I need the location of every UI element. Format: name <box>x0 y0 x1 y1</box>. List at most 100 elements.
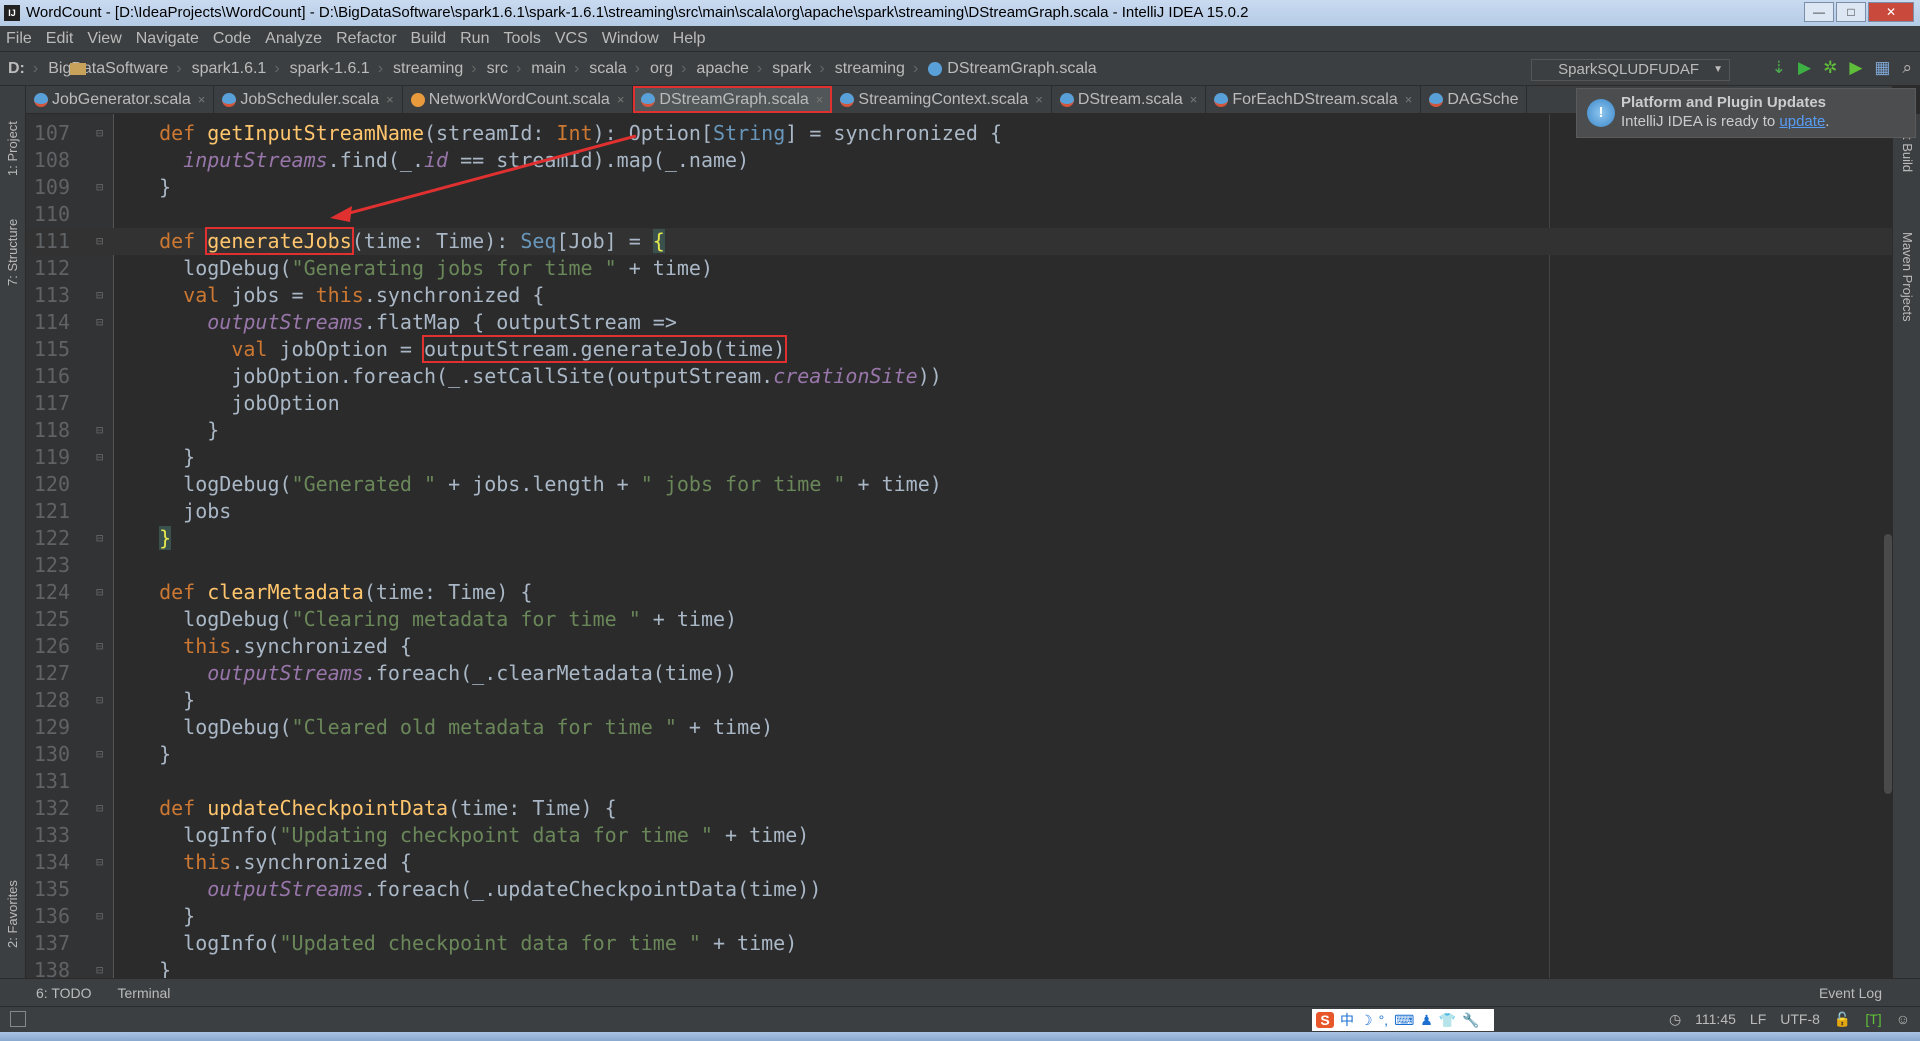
menu-help[interactable]: Help <box>673 26 706 51</box>
menu-view[interactable]: View <box>87 26 121 51</box>
tool-project[interactable]: 1: Project <box>5 121 20 176</box>
ime-button[interactable]: 👕 <box>1439 1012 1456 1029</box>
breadcrumb-item[interactable]: scala › <box>70 60 640 78</box>
tool-structure[interactable]: 7: Structure <box>5 219 20 286</box>
line-number: 116 <box>33 364 70 388</box>
ime-button[interactable]: ♟ <box>1420 1012 1433 1029</box>
hector-icon[interactable]: ☺ <box>1896 1011 1910 1028</box>
code-line: 131 <box>26 768 1892 795</box>
minimize-button[interactable]: — <box>1804 2 1834 22</box>
breadcrumb-item[interactable]: BigDataSoftware › <box>48 60 181 78</box>
tab-streamingcontext-scala[interactable]: StreamingContext.scala × <box>832 86 1052 113</box>
breadcrumb-item[interactable]: org › <box>70 60 686 78</box>
todo-tool-button[interactable]: 6: TODO <box>36 985 92 1001</box>
lock-icon[interactable]: 🔓 <box>1834 1011 1851 1028</box>
tool-maven-projects[interactable]: Maven Projects <box>1900 232 1915 322</box>
tab-dstreamgraph-scala[interactable]: DStreamGraph.scala × <box>633 86 833 113</box>
menu-code[interactable]: Code <box>213 26 251 51</box>
tool-favorites[interactable]: 2: Favorites <box>5 880 20 948</box>
tab-jobscheduler-scala[interactable]: JobScheduler.scala × <box>214 86 403 113</box>
fold-marker-icon[interactable]: ⊟ <box>96 417 103 444</box>
sogou-logo-icon: S <box>1316 1012 1334 1028</box>
debug-icon[interactable]: ✲ <box>1823 58 1837 78</box>
maximize-button[interactable]: □ <box>1836 2 1866 22</box>
tab-jobgenerator-scala[interactable]: JobGenerator.scala × <box>26 86 215 113</box>
vertical-scrollbar[interactable] <box>1884 534 1892 794</box>
tool-ant-build[interactable]: t Build <box>1900 136 1915 172</box>
menu-refactor[interactable]: Refactor <box>336 26 396 51</box>
menu-run[interactable]: Run <box>460 26 489 51</box>
terminal-tool-button[interactable]: Terminal <box>118 985 171 1001</box>
breadcrumb-item[interactable]: streaming › <box>70 60 918 78</box>
breadcrumb-item[interactable]: spark › <box>70 60 825 78</box>
input-method-toolbar[interactable]: S 中 ☽ °, ⌨ ♟ 👕 🔧 <box>1312 1009 1494 1031</box>
fold-marker-icon[interactable]: ⊟ <box>96 687 103 714</box>
fold-marker-icon[interactable]: ⊟ <box>96 903 103 930</box>
ime-button[interactable]: ⌨ <box>1394 1012 1414 1029</box>
caret-position[interactable]: 111:45 <box>1695 1011 1736 1028</box>
close-tab-icon[interactable]: × <box>386 92 394 107</box>
breadcrumb-item[interactable]: spark1.6.1 › <box>70 60 280 78</box>
fold-marker-icon[interactable]: ⊟ <box>96 795 103 822</box>
ime-button[interactable]: ☽ <box>1360 1012 1373 1029</box>
run-icon[interactable]: ▶ <box>1798 58 1811 78</box>
fold-marker-icon[interactable]: ⊟ <box>96 579 103 606</box>
toggle-tool-windows-icon[interactable] <box>10 1011 26 1027</box>
ime-button[interactable]: °, <box>1379 1012 1389 1028</box>
breadcrumb-item[interactable]: spark-1.6.1 › <box>70 59 384 78</box>
code-line: 123 <box>26 552 1892 579</box>
fold-marker-icon[interactable]: ⊟ <box>96 525 103 552</box>
code-token: updateCheckpointData <box>207 796 449 820</box>
tab-foreachdstream-scala[interactable]: ForEachDStream.scala × <box>1206 86 1422 113</box>
run-configuration-select[interactable]: SparkSQLUDFUDAF <box>1531 59 1730 81</box>
code-editor[interactable]: 107 ⊟ def getInputStreamName(streamId: In… <box>26 114 1892 978</box>
chevron-right-icon: › <box>377 59 384 77</box>
breadcrumb-item[interactable]: D: › <box>8 59 86 78</box>
code-line: 118 ⊟ } <box>26 417 1892 444</box>
code-token: + time) <box>700 931 798 955</box>
menu-tools[interactable]: Tools <box>503 26 540 51</box>
menu-edit[interactable]: Edit <box>46 26 74 51</box>
menu-build[interactable]: Build <box>411 26 447 51</box>
project-structure-icon[interactable]: ▦ <box>1874 58 1890 78</box>
tab-dstream-scala[interactable]: DStream.scala × <box>1052 86 1207 113</box>
menu-vcs[interactable]: VCS <box>555 26 588 51</box>
menu-navigate[interactable]: Navigate <box>136 26 199 51</box>
close-tab-icon[interactable]: × <box>617 92 625 107</box>
breadcrumb-item[interactable]: main › <box>70 60 579 78</box>
breadcrumb-item[interactable]: DStreamGraph.scala <box>928 60 1097 78</box>
update-link[interactable]: update <box>1779 113 1825 130</box>
code-text: logInfo("Updated checkpoint data for tim… <box>135 930 797 957</box>
fold-marker-icon[interactable]: ⊟ <box>96 957 103 978</box>
breadcrumb-item[interactable]: src › <box>70 60 521 78</box>
close-tab-icon[interactable]: × <box>1405 92 1413 107</box>
fold-marker-icon[interactable]: ⊟ <box>96 849 103 876</box>
chevron-right-icon: › <box>32 59 39 77</box>
fold-marker-icon[interactable]: ⊟ <box>96 741 103 768</box>
coverage-icon[interactable]: ▶ <box>1849 58 1862 78</box>
close-tab-icon[interactable]: × <box>1035 92 1043 107</box>
menu-analyze[interactable]: Analyze <box>265 26 322 51</box>
close-tab-icon[interactable]: × <box>1190 92 1198 107</box>
breadcrumb-item[interactable]: apache › <box>70 60 762 78</box>
inspection-icon[interactable]: [T] <box>1865 1011 1881 1028</box>
update-notification[interactable]: ! Platform and Plugin Updates IntelliJ I… <box>1576 88 1916 138</box>
close-tab-icon[interactable]: × <box>816 92 824 107</box>
ime-button[interactable]: 中 <box>1340 1010 1354 1030</box>
event-log-button[interactable]: Event Log <box>1819 985 1882 1001</box>
close-tab-icon[interactable]: × <box>198 92 206 107</box>
tab-networkwordcount-scala[interactable]: NetworkWordCount.scala × <box>403 86 634 113</box>
search-icon[interactable]: ⌕ <box>1902 58 1912 78</box>
binary-icon[interactable]: ⇣ <box>1772 58 1786 78</box>
tab-dagsche[interactable]: DAGSche <box>1421 86 1528 113</box>
breadcrumb-item[interactable]: streaming › <box>70 60 477 78</box>
line-separator[interactable]: LF <box>1750 1011 1766 1028</box>
close-button[interactable]: ✕ <box>1868 2 1914 22</box>
ime-button[interactable]: 🔧 <box>1462 1012 1479 1029</box>
file-encoding[interactable]: UTF-8 <box>1780 1011 1820 1028</box>
fold-marker-icon[interactable]: ⊟ <box>96 444 103 471</box>
menu-file[interactable]: File <box>6 26 32 51</box>
fold-marker-icon[interactable]: ⊟ <box>96 633 103 660</box>
code-token: + time) <box>845 472 942 496</box>
menu-window[interactable]: Window <box>602 26 659 51</box>
